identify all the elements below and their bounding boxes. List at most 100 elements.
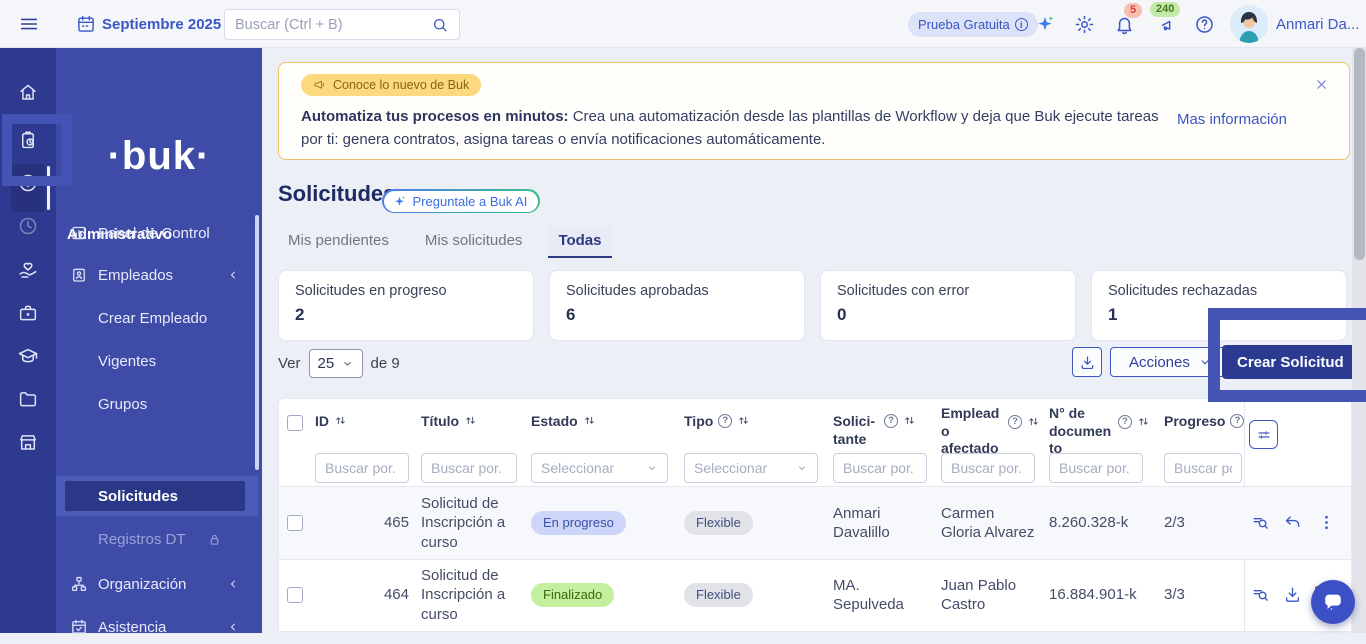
search-icon[interactable] [431,16,449,34]
settings-gear-icon[interactable] [1074,0,1095,48]
sort-icon[interactable] [1027,415,1040,428]
row-checkbox[interactable] [287,587,303,603]
filter-empleado-input[interactable] [941,453,1035,483]
global-search[interactable] [224,9,460,40]
sort-icon[interactable] [737,414,750,427]
filter-solicitante-input[interactable] [833,453,927,483]
search-input[interactable] [235,16,431,33]
acciones-button[interactable]: Acciones [1110,347,1231,377]
col-header-solicitante[interactable]: Solici-tante ? [833,399,933,448]
sidebar: ·buk· Administrativo Panel de Control Em… [56,48,262,636]
type-badge: Flexible [684,510,753,536]
sidebar-item-vigentes[interactable]: Vigentes [56,344,262,378]
info-icon: i [1014,18,1028,31]
points-count-badge: 240 [1150,2,1181,17]
tab-mis-solicitudes[interactable]: Mis solicitudes [415,226,533,258]
period-label[interactable]: Septiembre 2025 [102,0,221,48]
tiempo-clock-icon[interactable] [18,216,39,237]
banner-more-info-link[interactable]: Mas información [1177,111,1287,128]
cell-solicitante: MA. Sepulveda [833,576,904,614]
sidebar-item-empleados[interactable]: Empleados [56,258,262,292]
download-button[interactable] [1072,347,1102,377]
cell-tipo: Flexible [684,487,753,559]
filter-documento-input[interactable] [1049,453,1143,483]
cell-tipo: Flexible [684,559,753,631]
per-page-select[interactable]: 25 [308,349,363,378]
trial-badge[interactable]: Prueba Gratuita i [908,12,1038,37]
select-all-checkbox[interactable] [287,415,303,431]
sort-icon[interactable] [464,414,477,427]
help-circle-icon[interactable] [1194,0,1215,48]
help-icon[interactable]: ? [884,414,898,428]
filter-id-input[interactable] [315,453,409,483]
sort-icon[interactable] [583,414,596,427]
sort-icon[interactable] [903,414,916,427]
beneficios-briefcase-icon[interactable] [18,303,39,324]
chevron-down-icon [649,466,655,470]
sidebar-scrollbar[interactable] [255,215,259,470]
crear-solicitud-button[interactable]: Crear Solicitud [1222,345,1359,379]
page-scrollbar-thumb[interactable] [1353,48,1365,260]
cell-documento: 16.884.901-k [1049,586,1137,604]
capacitacion-gradcap-icon[interactable] [17,345,39,367]
remuneraciones-dollar-icon[interactable]: $ [18,173,39,194]
col-header-id[interactable]: ID [315,399,401,431]
employees-badge-icon [70,266,88,284]
table-row[interactable]: 465 Solicitud de Inscripción a curso En … [279,487,1351,559]
column-settings-button[interactable] [1249,420,1278,449]
user-name[interactable]: Anmari Da... [1276,0,1359,48]
tab-todas[interactable]: Todas [548,226,612,258]
chevron-left-icon [226,268,240,282]
filter-estado-select[interactable]: Seleccionar [531,453,668,483]
filter-titulo-input[interactable] [421,453,517,483]
sidebar-item-solicitudes[interactable]: Solicitudes [56,479,262,513]
download-icon[interactable] [1283,585,1302,604]
announcement-banner: Conoce lo nuevo de Buk Automatiza tus pr… [278,62,1350,160]
sort-icon[interactable] [334,414,347,427]
view-detail-icon[interactable] [1251,585,1270,604]
kebab-menu-icon[interactable] [1317,513,1336,532]
col-header-titulo[interactable]: Título [421,399,517,431]
col-header-progreso[interactable]: Progreso ? [1164,399,1252,431]
card-solicitudes-rechazadas: Solicitudes rechazadas 1 [1091,270,1347,341]
bienestar-hand-heart-icon[interactable] [17,259,39,281]
help-icon[interactable]: ? [1118,415,1132,429]
undo-icon[interactable] [1283,513,1302,532]
home-icon[interactable] [18,82,39,103]
tab-mis-pendientes[interactable]: Mis pendientes [278,226,399,258]
ai-sparkle-icon[interactable] [1034,0,1056,48]
sidebar-item-asistencia[interactable]: Asistencia [56,610,262,644]
calendar-icon[interactable] [76,0,96,48]
solicitudes-table: ID Título Estado Tipo ? Solici-tante ? E… [278,398,1352,633]
help-icon[interactable]: ? [1230,414,1245,428]
solicitudes-clipboard-icon[interactable] [18,130,39,151]
filter-progreso-input[interactable] [1164,453,1242,483]
hamburger-menu-icon[interactable] [18,0,40,48]
banner-tag: Conoce lo nuevo de Buk [301,74,482,96]
table-row[interactable]: 464 Solicitud de Inscripción a curso Fin… [279,559,1351,631]
help-icon[interactable]: ? [718,414,733,428]
filter-tipo-select[interactable]: Seleccionar [684,453,818,483]
ask-buk-ai-button[interactable]: Preguntale a Buk AI [382,189,540,213]
sidebar-item-panel-de-control[interactable]: Panel de Control [56,216,262,250]
row-checkbox[interactable] [287,515,303,531]
sidebar-item-crear-empleado[interactable]: Crear Empleado [56,301,262,335]
sidebar-item-grupos[interactable]: Grupos [56,387,262,421]
help-icon[interactable]: ? [1008,415,1022,429]
avatar[interactable] [1230,5,1268,43]
col-header-estado[interactable]: Estado [531,399,641,431]
close-icon[interactable] [1314,77,1329,92]
chat-bubble-icon [1325,594,1341,611]
chevron-left-icon [226,577,240,591]
col-header-tipo[interactable]: Tipo ? [684,399,794,431]
documentos-folder-icon[interactable] [18,389,39,410]
chat-fab-button[interactable] [1311,580,1355,624]
sidebar-item-registros-dt[interactable]: Registros DT [56,522,262,556]
view-detail-icon[interactable] [1251,513,1270,532]
sort-icon[interactable] [1137,415,1150,428]
status-badge: Finalizado [531,582,615,608]
page-title: Solicitudes [278,181,396,206]
sidebar-item-organizacion[interactable]: Organización [56,567,262,601]
marketplace-store-icon[interactable] [18,432,39,453]
cell-progreso: 3/3 [1164,586,1185,604]
